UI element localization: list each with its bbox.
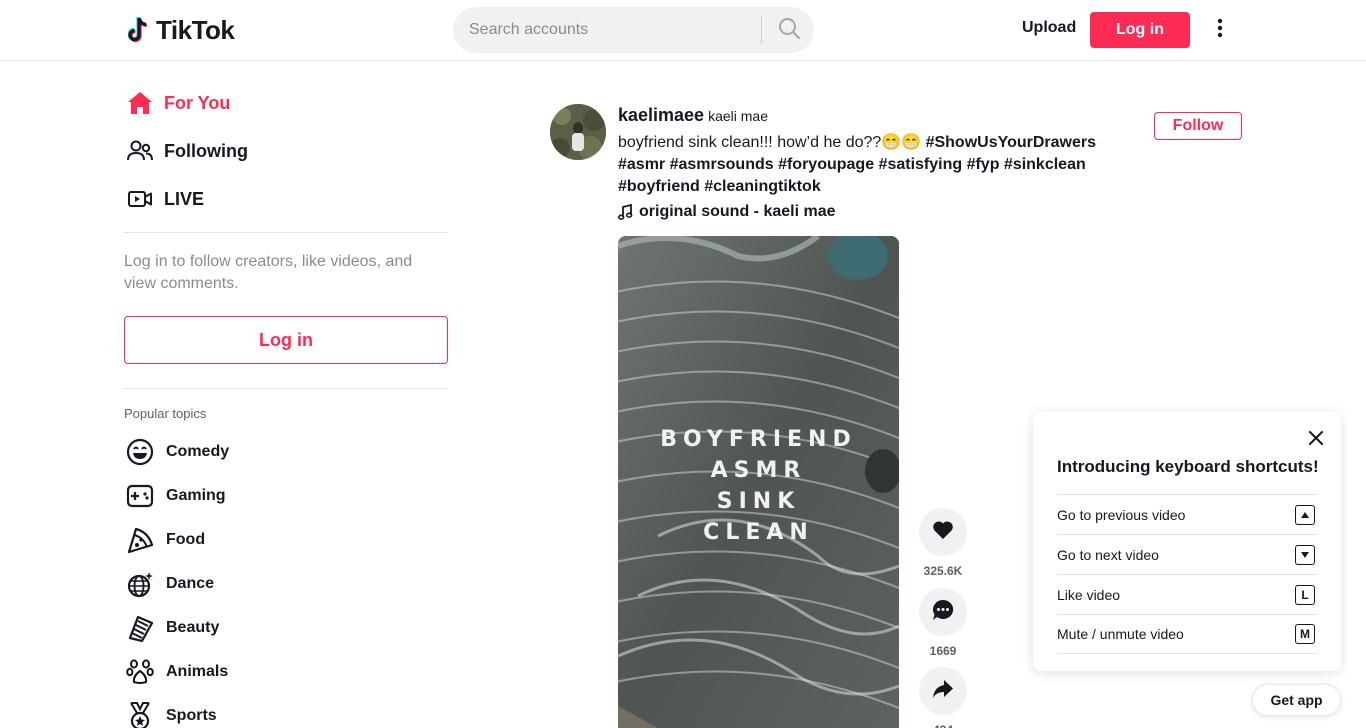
comment-icon — [932, 599, 954, 625]
tiktok-note-icon — [127, 15, 152, 45]
comment-action: 1669 — [919, 588, 967, 658]
shortcut-label: Go to previous video — [1057, 506, 1186, 523]
nav-item-live[interactable]: LIVE — [124, 179, 448, 219]
topic-animals[interactable]: Animals — [124, 654, 448, 690]
comb-icon — [124, 612, 156, 644]
popular-topics-title: Popular topics — [124, 406, 207, 421]
search-divider — [761, 16, 762, 44]
comment-button[interactable] — [919, 588, 967, 636]
shortcuts-title: Introducing keyboard shortcuts! — [1057, 457, 1319, 476]
login-button-sidebar[interactable]: Log in — [124, 316, 448, 364]
topic-gaming[interactable]: Gaming — [124, 478, 448, 514]
topic-beauty[interactable]: Beauty — [124, 610, 448, 646]
share-action: 434 — [919, 667, 967, 728]
topic-label: Dance — [166, 575, 215, 592]
share-icon — [932, 679, 954, 703]
keyboard-shortcuts-popup: Introducing keyboard shortcuts! Go to pr… — [1033, 412, 1341, 671]
search-button[interactable] — [763, 7, 814, 53]
paw-icon — [124, 656, 156, 688]
overlay-line: BOYFRIEND — [660, 427, 857, 452]
like-count: 325.6K — [923, 564, 963, 578]
topic-comedy[interactable]: Comedy — [124, 434, 448, 470]
logo-text: TikTok — [156, 14, 235, 45]
video-player[interactable]: BOYFRIEND ASMR SINK CLEAN — [618, 236, 899, 728]
topic-dance[interactable]: Dance — [124, 566, 448, 602]
topic-food[interactable]: Food — [124, 522, 448, 558]
like-button[interactable] — [919, 508, 967, 556]
search-input[interactable] — [469, 15, 759, 45]
follow-button[interactable]: Follow — [1154, 112, 1242, 140]
nav-label: LIVE — [164, 188, 205, 209]
nav-label: Following — [164, 140, 248, 161]
topic-label: Comedy — [166, 443, 230, 460]
author-info: kaelimaee kaeli mae — [618, 105, 768, 126]
shortcut-label: Mute / unmute video — [1057, 626, 1184, 642]
topic-label: Beauty — [166, 619, 220, 636]
nav-item-for-you[interactable]: For You — [124, 83, 448, 123]
shortcut-key: L — [1295, 584, 1315, 605]
shortcut-row: Like video L — [1057, 574, 1317, 614]
caption-text: boyfriend sink clean!!! how’d he do??😁😁 — [618, 134, 926, 151]
shortcut-label: Go to next video — [1057, 546, 1159, 563]
comment-count: 1669 — [929, 644, 957, 658]
close-icon — [1309, 430, 1323, 449]
shortcut-row: Mute / unmute video M — [1057, 614, 1317, 654]
topic-label: Sports — [166, 707, 217, 724]
sidebar-divider — [124, 388, 448, 389]
down-arrow-key-icon — [1295, 544, 1315, 565]
shortcut-row: Go to next video — [1057, 534, 1317, 574]
nav-item-following[interactable]: Following — [124, 131, 448, 171]
video-text-overlay: BOYFRIEND ASMR SINK CLEAN — [618, 424, 899, 548]
more-vertical-icon — [1217, 18, 1223, 42]
shortcut-key: M — [1295, 624, 1315, 644]
sidebar: For You Following LIVE Log in to follow … — [124, 61, 448, 728]
top-header: TikTok Upload Log in — [0, 0, 1366, 61]
overlay-line: SINK — [716, 489, 801, 514]
share-button[interactable] — [919, 667, 967, 715]
shortcut-label: Like video — [1057, 586, 1121, 603]
up-arrow-key-icon — [1295, 504, 1315, 525]
medal-icon — [124, 700, 156, 728]
topic-sports[interactable]: Sports — [124, 698, 448, 728]
music-note-icon — [618, 204, 633, 220]
smile-icon — [124, 436, 156, 468]
overlay-line: ASMR — [710, 458, 807, 483]
sidebar-divider — [124, 232, 448, 233]
pizza-icon — [124, 524, 156, 556]
users-icon — [124, 135, 156, 167]
share-count: 434 — [919, 723, 967, 728]
login-prompt-text: Log in to follow creators, like videos, … — [124, 253, 413, 292]
author-avatar[interactable] — [550, 104, 606, 160]
more-menu-button[interactable] — [1208, 16, 1232, 44]
video-caption: boyfriend sink clean!!! how’d he do??😁😁 … — [618, 132, 1138, 198]
get-app-button[interactable]: Get app — [1252, 684, 1341, 716]
author-nickname: kaeli mae — [708, 108, 768, 124]
author-username[interactable]: kaelimaee — [618, 105, 704, 126]
close-button[interactable] — [1305, 428, 1327, 450]
topic-label: Food — [166, 531, 206, 548]
shortcut-row: Go to previous video — [1057, 494, 1317, 534]
topic-label: Gaming — [166, 487, 226, 504]
heart-icon — [932, 520, 954, 544]
music-link[interactable]: original sound - kaeli mae — [618, 203, 836, 221]
home-icon — [124, 87, 156, 119]
disco-ball-icon — [124, 568, 156, 600]
nav-label: For You — [164, 92, 231, 113]
music-title: original sound - kaeli mae — [639, 203, 836, 220]
upload-link[interactable]: Upload — [1022, 19, 1076, 37]
overlay-line: CLEAN — [703, 520, 814, 545]
like-action: 325.6K — [919, 508, 967, 578]
login-button-header[interactable]: Log in — [1090, 12, 1190, 48]
topic-label: Animals — [166, 663, 229, 680]
live-icon — [124, 183, 156, 215]
tiktok-logo[interactable]: TikTok — [127, 14, 235, 46]
search-bar — [453, 7, 814, 53]
gamepad-icon — [124, 480, 156, 512]
search-icon — [778, 17, 800, 43]
